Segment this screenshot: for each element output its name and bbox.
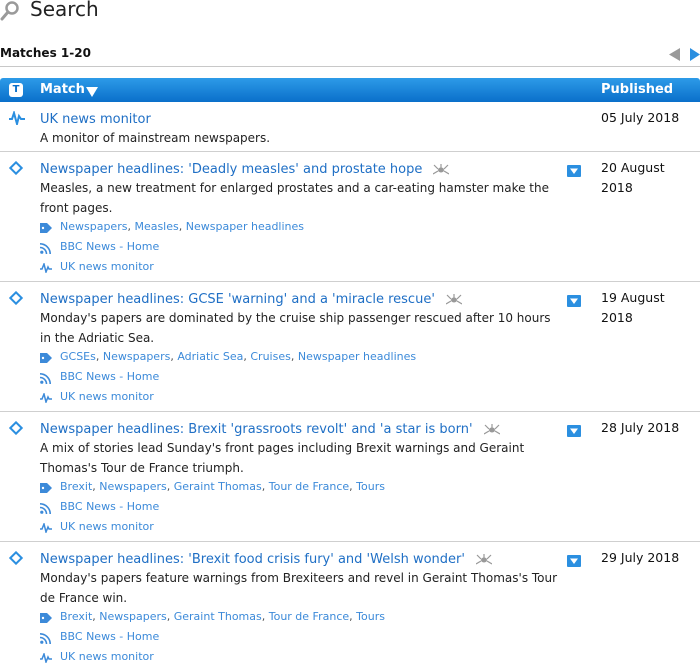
search-header: Search	[0, 0, 700, 26]
tag-link[interactable]: Newspaper headlines	[298, 350, 416, 363]
tag-link[interactable]: GCSEs	[60, 350, 96, 363]
published-column-header[interactable]: Published	[601, 82, 673, 97]
dropdown-icon[interactable]	[567, 552, 581, 571]
type-column-badge[interactable]: T	[9, 83, 23, 97]
spider-icon	[433, 160, 450, 179]
published-date: 05 July 2018	[601, 110, 680, 125]
table-row: Newspaper headlines: GCSE 'warning' and …	[0, 282, 700, 412]
published-date: 29 July 2018	[601, 550, 680, 565]
matches-bar: Matches 1-20	[0, 26, 700, 67]
tag-icon	[40, 353, 52, 366]
tag-link[interactable]: Cruises	[250, 350, 290, 363]
row-description: A monitor of mainstream newspapers.	[40, 131, 271, 145]
rss-icon	[39, 503, 51, 517]
rss-icon	[39, 243, 51, 257]
published-date: 19 August 2018	[601, 290, 665, 325]
tag-link[interactable]: Tour de France	[269, 610, 349, 623]
triangle-right-icon[interactable]	[690, 46, 700, 65]
diamond-tag-icon	[8, 550, 24, 569]
table-row: Newspaper headlines: 'Deadly measles' an…	[0, 152, 700, 282]
row-title-link[interactable]: Newspaper headlines: GCSE 'warning' and …	[40, 292, 435, 307]
diamond-tag-icon	[8, 420, 24, 439]
sort-down-icon[interactable]	[86, 86, 98, 101]
row-title-link[interactable]: Newspaper headlines: Brexit 'grassroots …	[40, 422, 473, 437]
tag-icon	[40, 483, 52, 496]
tag-icon	[40, 613, 52, 626]
tag-link[interactable]: Newspaper headlines	[186, 220, 304, 233]
rss-icon	[39, 373, 51, 387]
spider-icon	[445, 290, 463, 309]
tag-link[interactable]: Measles	[134, 220, 178, 233]
tag-link[interactable]: Brexit	[60, 610, 92, 623]
published-date: 28 July 2018	[601, 420, 680, 435]
monitor-link[interactable]: UK news monitor	[60, 520, 154, 533]
published-date: 20 August 2018	[601, 160, 665, 195]
table-row: UK news monitor 05 July 2018 A monitor o…	[0, 102, 700, 152]
source-link[interactable]: BBC News - Home	[60, 370, 159, 383]
tag-link[interactable]: Tour de France	[269, 480, 349, 493]
monitor-link[interactable]: UK news monitor	[60, 650, 154, 663]
dropdown-icon[interactable]	[567, 162, 581, 181]
tag-link[interactable]: Newspapers	[60, 220, 127, 233]
tag-link[interactable]: Geraint Thomas	[174, 610, 262, 623]
table-row: Newspaper headlines: 'Brexit food crisis…	[0, 542, 700, 671]
page-title: Search	[30, 0, 99, 21]
tag-link[interactable]: Newspapers	[103, 350, 170, 363]
tag-icon	[40, 223, 52, 236]
matches-count: Matches 1-20	[0, 46, 91, 60]
row-title-link[interactable]: Newspaper headlines: 'Deadly measles' an…	[40, 162, 422, 177]
tag-link[interactable]: Tours	[356, 610, 385, 623]
row-title-link[interactable]: UK news monitor	[40, 112, 151, 127]
tag-link[interactable]: Tours	[356, 480, 385, 493]
row-description: Measles, a new treatment for enlarged pr…	[40, 181, 549, 215]
spider-icon	[475, 550, 493, 569]
monitor-link[interactable]: UK news monitor	[60, 390, 154, 403]
activity-wave-icon	[9, 109, 25, 129]
tag-link[interactable]: Adriatic Sea	[177, 350, 243, 363]
source-link[interactable]: BBC News - Home	[60, 630, 159, 643]
tag-link[interactable]: Newspapers	[99, 480, 166, 493]
tag-link[interactable]: Geraint Thomas	[174, 480, 262, 493]
tag-link[interactable]: Brexit	[60, 480, 92, 493]
results-table-header: T Match Published	[0, 78, 700, 102]
row-description: A mix of stories lead Sunday's front pag…	[40, 441, 525, 475]
monitor-link[interactable]: UK news monitor	[60, 260, 154, 273]
activity-wave-icon	[40, 391, 52, 406]
source-link[interactable]: BBC News - Home	[60, 500, 159, 513]
dropdown-icon[interactable]	[567, 292, 581, 311]
rss-icon	[39, 633, 51, 647]
spider-icon	[483, 420, 500, 439]
tag-link[interactable]: Newspapers	[99, 610, 166, 623]
activity-wave-icon	[40, 651, 52, 666]
table-row: Newspaper headlines: Brexit 'grassroots …	[0, 412, 700, 542]
row-description: Monday's papers are dominated by the cru…	[40, 311, 551, 345]
row-description: Monday's papers feature warnings from Br…	[40, 571, 558, 605]
dropdown-icon[interactable]	[567, 422, 581, 441]
activity-wave-icon	[40, 261, 52, 276]
diamond-tag-icon	[8, 160, 24, 179]
row-title-link[interactable]: Newspaper headlines: 'Brexit food crisis…	[40, 552, 465, 567]
triangle-left-icon[interactable]	[669, 46, 681, 65]
magnifier-icon	[0, 0, 22, 26]
diamond-tag-icon	[8, 290, 24, 309]
activity-wave-icon	[40, 521, 52, 536]
match-column-header[interactable]: Match	[40, 82, 85, 97]
source-link[interactable]: BBC News - Home	[60, 240, 159, 253]
